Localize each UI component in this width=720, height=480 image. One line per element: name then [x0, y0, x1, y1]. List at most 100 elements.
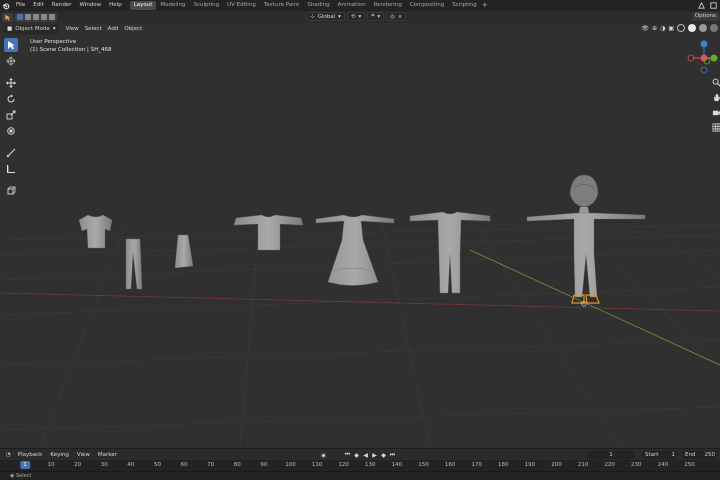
menu-view[interactable]: View — [63, 25, 82, 34]
object-mode-icon: ■ — [7, 26, 13, 32]
select-subtract-icon[interactable] — [33, 14, 39, 20]
menu-keying[interactable]: Keying — [46, 449, 72, 461]
3d-viewport[interactable] — [0, 35, 720, 447]
jump-start-icon[interactable]: ⏮ — [344, 451, 351, 459]
visibility-icon[interactable]: 👁︎ — [641, 25, 649, 32]
garment-skirt[interactable] — [174, 234, 194, 269]
proportional-edit-icon: ◎ — [390, 13, 395, 20]
select-invert-icon[interactable] — [41, 14, 47, 20]
tab-texture-paint[interactable]: Texture Paint — [260, 1, 304, 10]
current-frame-field[interactable]: 1 — [588, 451, 634, 459]
start-frame-field[interactable]: Start 1 — [642, 451, 678, 459]
timeline-ruler[interactable]: 1 10 20 30 40 50 60 70 80 90 100 110 120 130 140 150 160… — [0, 460, 720, 471]
shading-solid-icon[interactable] — [688, 24, 696, 32]
garment-suit[interactable] — [409, 211, 491, 294]
select-new-icon[interactable] — [17, 14, 23, 20]
menu-edit[interactable]: Edit — [29, 0, 48, 11]
tab-rendering[interactable]: Rendering — [370, 1, 406, 10]
scene-icon[interactable] — [697, 1, 706, 10]
transform-orientation-dropdown[interactable]: ⊹ Global ▾ — [306, 12, 345, 21]
timeline-editor-type-icon[interactable]: ◔ — [3, 449, 14, 461]
tab-shading[interactable]: Shading — [303, 1, 333, 10]
prev-keyframe-icon[interactable]: ◆ — [353, 451, 360, 459]
play-icon[interactable]: ▶ — [371, 451, 378, 459]
menu-view[interactable]: View — [73, 449, 94, 461]
menu-file[interactable]: File — [12, 0, 29, 11]
menu-add[interactable]: Add — [105, 25, 122, 34]
top-right-controls — [697, 1, 718, 10]
overlay-toggle-icon[interactable]: ◑ — [660, 25, 665, 32]
active-tool-icon[interactable] — [2, 12, 13, 22]
tab-uv-editing[interactable]: UV Editing — [223, 1, 260, 10]
move-tool[interactable] — [4, 76, 18, 90]
tool-shelf — [3, 38, 19, 198]
timeline-tick-label: 140 — [391, 462, 403, 468]
auto-keying-button[interactable] — [320, 452, 327, 459]
pan-hand-icon[interactable] — [712, 93, 720, 102]
annotate-icon — [6, 148, 16, 158]
gizmo-z-ball[interactable] — [700, 40, 708, 48]
shading-rendered-icon[interactable] — [710, 24, 718, 32]
zoom-icon[interactable] — [712, 78, 720, 87]
select-extend-icon[interactable] — [25, 14, 31, 20]
tab-modeling[interactable]: Modeling — [156, 1, 189, 10]
measure-tool[interactable] — [4, 162, 18, 176]
options-button[interactable]: Options — [691, 12, 719, 21]
camera-view-icon[interactable] — [712, 108, 720, 117]
chevron-down-icon: ▾ — [52, 26, 56, 32]
gizmo-toggle-icon[interactable]: ⊕ — [652, 25, 657, 32]
playhead-frame[interactable]: 1 — [20, 461, 30, 469]
transform-icon — [7, 127, 15, 135]
next-keyframe-icon[interactable]: ◆ — [380, 451, 387, 459]
blender-logo-icon[interactable] — [0, 0, 12, 11]
shading-wireframe-icon[interactable] — [677, 24, 685, 32]
tab-scripting[interactable]: Scripting — [448, 1, 480, 10]
menu-marker[interactable]: Marker — [94, 449, 121, 461]
timeline-tick-label: 190 — [524, 462, 536, 468]
shading-material-icon[interactable] — [699, 24, 707, 32]
tab-animation[interactable]: Animation — [334, 1, 370, 10]
tab-compositing[interactable]: Compositing — [406, 1, 448, 10]
timeline-tick-label: 10 — [47, 462, 55, 468]
scale-tool[interactable] — [4, 108, 18, 122]
view-layer-icon[interactable] — [709, 1, 718, 10]
menu-window[interactable]: Window — [75, 0, 105, 11]
character-selected[interactable] — [526, 174, 646, 307]
tab-layout[interactable]: Layout — [129, 1, 157, 10]
add-cube-tool[interactable] — [4, 184, 18, 198]
garment-shirt[interactable] — [78, 214, 113, 249]
xray-toggle-icon[interactable]: ▣ — [668, 25, 674, 32]
menu-render[interactable]: Render — [48, 0, 76, 11]
navigation-gizmo[interactable] — [684, 38, 720, 76]
transform-tool[interactable] — [4, 124, 18, 138]
menu-help[interactable]: Help — [105, 0, 126, 11]
pivot-point-dropdown[interactable]: ⟲ ▾ — [346, 12, 366, 21]
chevron-down-icon: ▾ — [358, 13, 362, 20]
collection-info-label: (1) Scene Collection | SH_468 — [30, 47, 112, 53]
menu-playback[interactable]: Playback — [14, 449, 47, 461]
garment-pants[interactable] — [125, 238, 143, 290]
snap-toggle[interactable]: ⌗ ▾ — [367, 12, 385, 21]
measure-icon — [7, 165, 15, 173]
ortho-grid-icon[interactable] — [712, 123, 720, 132]
tab-sculpting[interactable]: Sculpting — [189, 1, 223, 10]
cursor-tool[interactable] — [4, 54, 18, 68]
rotate-tool[interactable] — [4, 92, 18, 106]
object-mode-dropdown[interactable]: ■ Object Mode ▾ — [4, 24, 59, 34]
garment-jacket[interactable] — [233, 214, 304, 251]
timeline-tick-label: 250 — [684, 462, 695, 468]
gizmo-neg-z-ball[interactable] — [700, 66, 708, 74]
x-axis-line — [0, 292, 720, 312]
add-workspace-button[interactable]: + — [481, 1, 489, 10]
play-reverse-icon[interactable]: ◀ — [362, 451, 369, 459]
jump-end-icon[interactable]: ⏭ — [389, 451, 396, 459]
gizmo-y-ball[interactable] — [710, 54, 718, 62]
proportional-edit-toggle[interactable]: ◎ ∧ — [386, 12, 407, 21]
menu-object[interactable]: Object — [121, 25, 145, 34]
select-intersect-icon[interactable] — [49, 14, 55, 20]
annotate-tool[interactable] — [4, 146, 18, 160]
scale-icon — [6, 110, 16, 120]
menu-select[interactable]: Select — [82, 25, 105, 34]
end-frame-field[interactable]: End 250 — [682, 451, 718, 459]
select-box-tool[interactable] — [4, 38, 18, 52]
